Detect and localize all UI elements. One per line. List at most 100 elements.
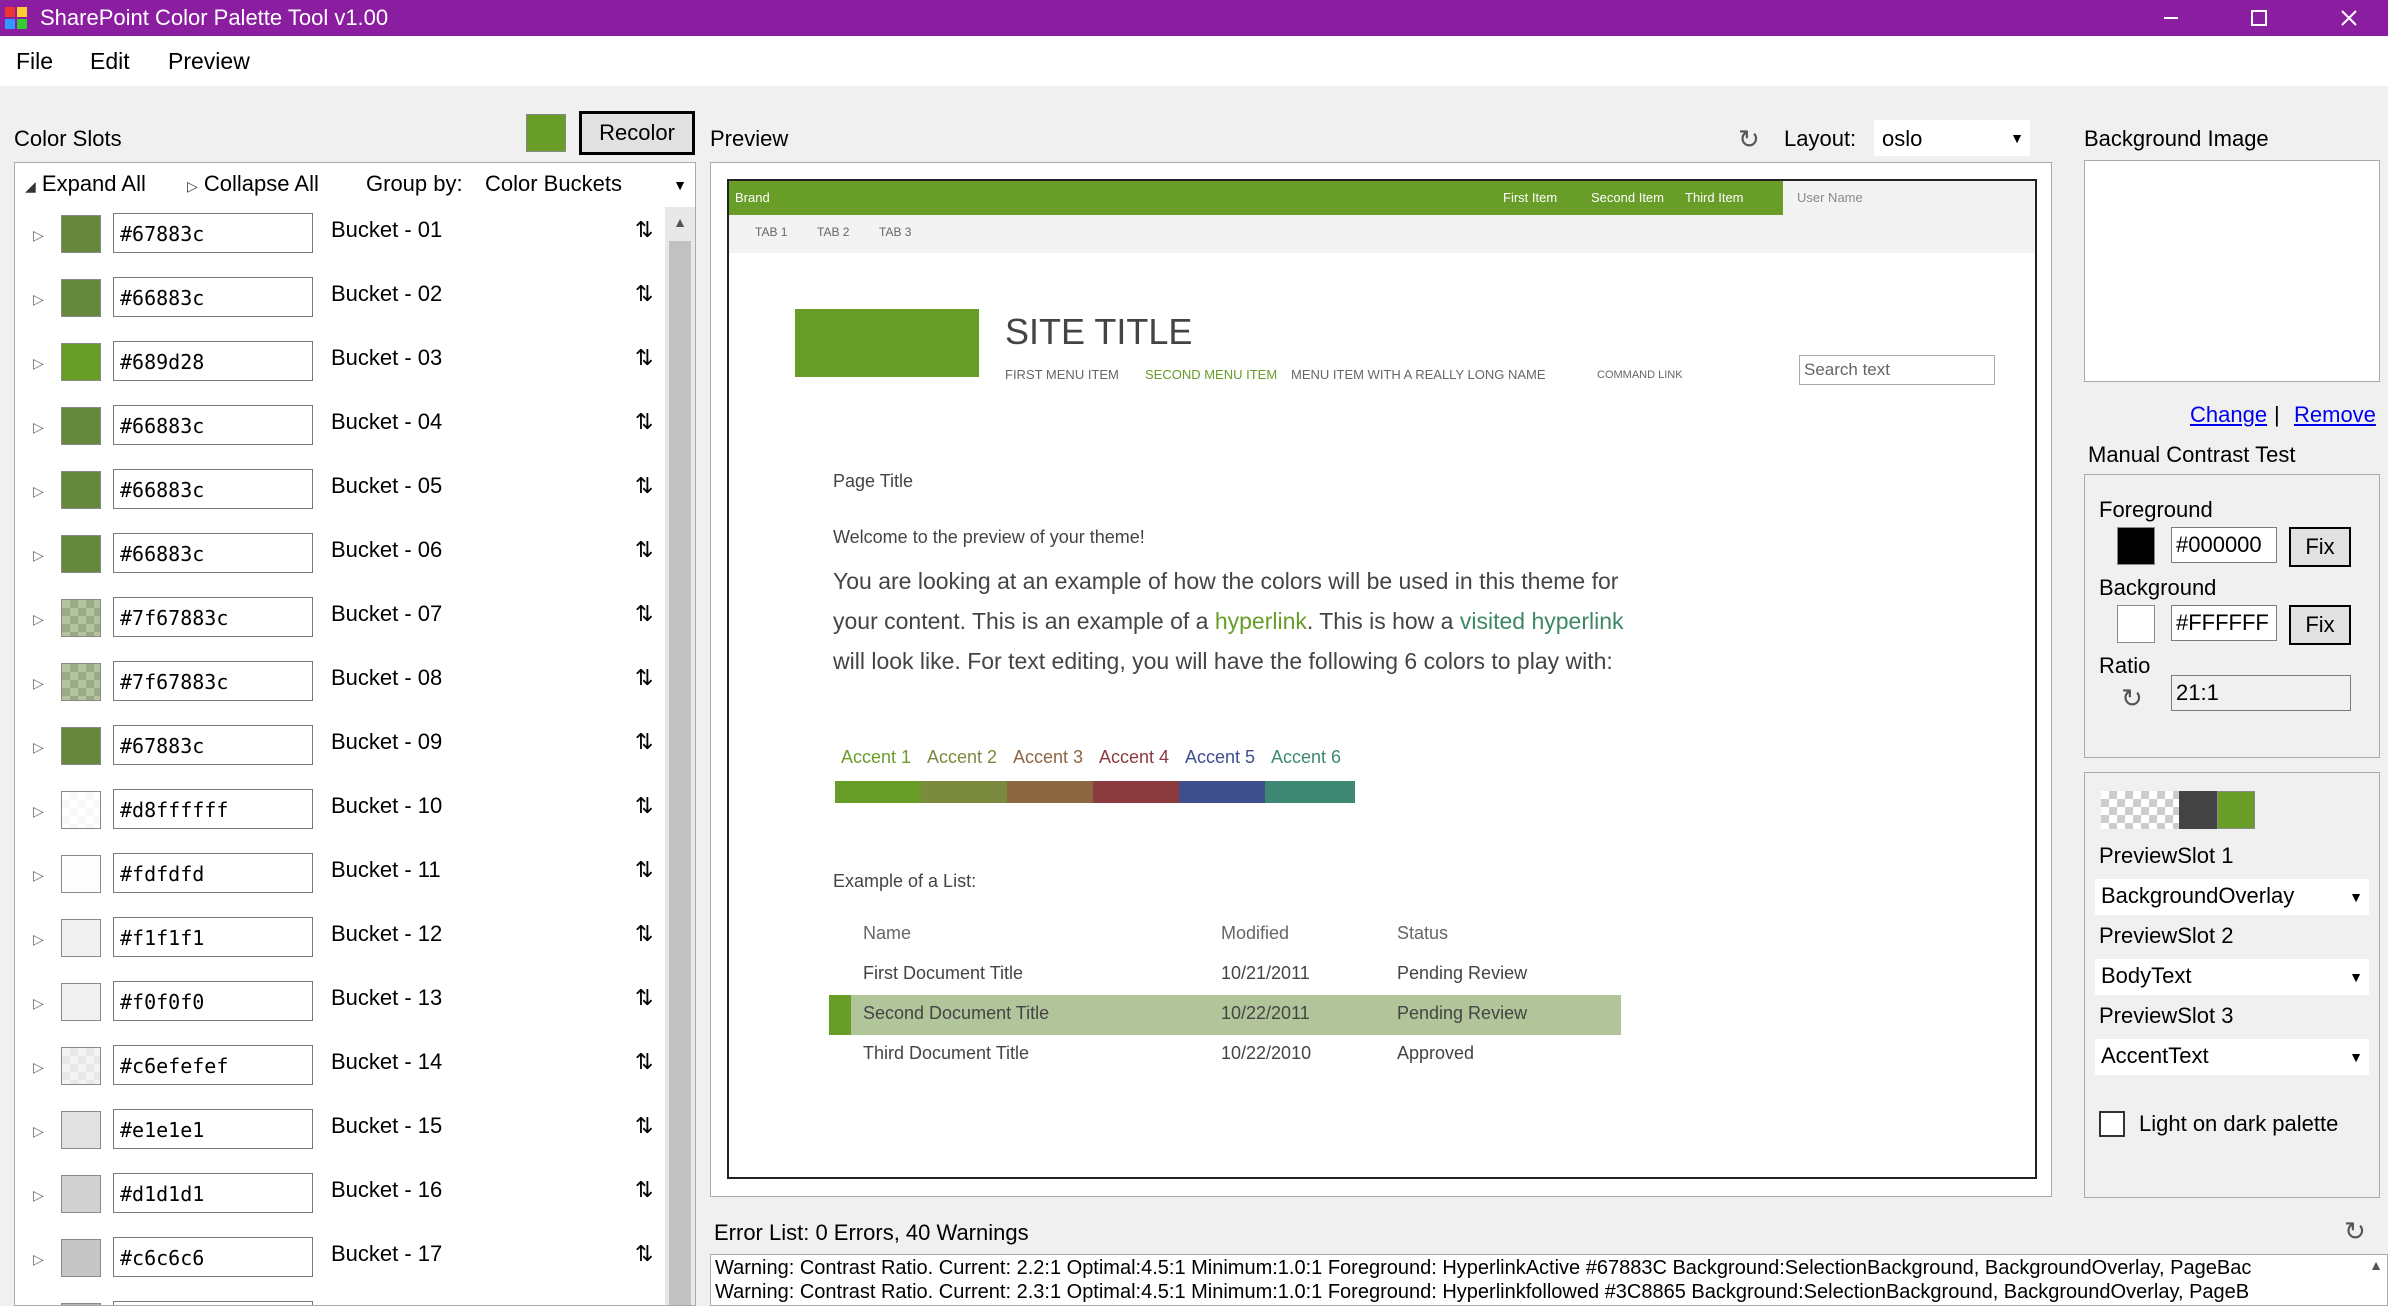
expand-triangle-icon[interactable]: ▷ (33, 867, 44, 884)
sort-arrows-icon[interactable]: ⇅ (635, 793, 653, 819)
foreground-swatch[interactable] (2117, 527, 2155, 565)
current-color-swatch[interactable] (526, 114, 566, 152)
expand-all-button[interactable]: ◢ Expand All (25, 171, 146, 197)
remove-link[interactable]: Remove (2294, 402, 2376, 428)
color-slot-row[interactable]: ▷ #66883c Bucket - 04 ⇅ (15, 399, 661, 463)
hex-input[interactable]: #67883c (113, 213, 313, 253)
expand-triangle-icon[interactable]: ▷ (33, 1123, 44, 1140)
hex-input[interactable]: #66883c (113, 405, 313, 445)
expand-triangle-icon[interactable]: ▷ (33, 1251, 44, 1268)
menu-edit[interactable]: Edit (90, 48, 130, 75)
sort-arrows-icon[interactable]: ⇅ (635, 857, 653, 883)
hex-input[interactable]: #66883c (113, 277, 313, 317)
background-image-box[interactable] (2084, 160, 2380, 382)
background-swatch[interactable] (2117, 605, 2155, 643)
sort-arrows-icon[interactable]: ⇅ (635, 1241, 653, 1267)
color-slot-row[interactable]: ▷ #67883c Bucket - 09 ⇅ (15, 719, 661, 783)
sort-arrows-icon[interactable]: ⇅ (635, 537, 653, 563)
color-swatch[interactable] (61, 407, 101, 445)
hex-input[interactable] (113, 1301, 313, 1305)
suite-item-1[interactable]: First Item (1503, 190, 1557, 205)
sort-arrows-icon[interactable]: ⇅ (635, 409, 653, 435)
nav-command-link[interactable]: COMMAND LINK (1597, 369, 1683, 381)
expand-triangle-icon[interactable]: ▷ (33, 227, 44, 244)
refresh-preview-icon[interactable]: ↻ (1738, 124, 1760, 155)
preview-slot-1-select[interactable]: BackgroundOverlay ▼ (2095, 879, 2369, 915)
color-swatch[interactable] (61, 1175, 101, 1213)
error-line-1[interactable]: Warning: Contrast Ratio. Current: 2.2:1 … (715, 1257, 2251, 1280)
expand-triangle-icon[interactable]: ▷ (33, 675, 44, 692)
color-slot-row[interactable]: ▷ #d8ffffff Bucket - 10 ⇅ (15, 783, 661, 847)
background-fix-button[interactable]: Fix (2289, 605, 2351, 645)
color-slot-row[interactable]: ▷ #f0f0f0 Bucket - 13 ⇅ (15, 975, 661, 1039)
sort-arrows-icon[interactable]: ⇅ (635, 665, 653, 691)
color-swatch[interactable] (61, 983, 101, 1021)
tab-3[interactable]: TAB 3 (879, 225, 911, 239)
refresh-ratio-icon[interactable]: ↻ (2121, 683, 2143, 714)
layout-select[interactable]: oslo ▼ (1874, 120, 2030, 156)
preview-slot-2-select[interactable]: BodyText ▼ (2095, 959, 2369, 995)
sort-arrows-icon[interactable]: ⇅ (635, 217, 653, 243)
color-swatch[interactable] (61, 1047, 101, 1085)
hex-input[interactable]: #c6c6c6 (113, 1237, 313, 1277)
hex-input[interactable]: #66883c (113, 469, 313, 509)
expand-triangle-icon[interactable]: ▷ (33, 291, 44, 308)
sort-arrows-icon[interactable]: ⇅ (635, 601, 653, 627)
color-swatch[interactable] (61, 1111, 101, 1149)
hex-input[interactable]: #e1e1e1 (113, 1109, 313, 1149)
background-input[interactable]: #FFFFFF (2171, 605, 2277, 641)
color-slot-row[interactable]: ▷ #c6efefef Bucket - 14 ⇅ (15, 1039, 661, 1103)
sort-arrows-icon[interactable]: ⇅ (635, 1049, 653, 1075)
sort-arrows-icon[interactable]: ⇅ (635, 345, 653, 371)
sort-arrows-icon[interactable]: ⇅ (635, 473, 653, 499)
sort-arrows-icon[interactable]: ⇅ (635, 1177, 653, 1203)
sort-arrows-icon[interactable]: ⇅ (635, 921, 653, 947)
color-slot-row[interactable]: ▷⇅ (15, 1295, 661, 1305)
expand-triangle-icon[interactable]: ▷ (33, 483, 44, 500)
sample-hyperlink[interactable]: hyperlink (1215, 608, 1307, 634)
color-slot-row[interactable]: ▷ #66883c Bucket - 02 ⇅ (15, 271, 661, 335)
color-swatch[interactable] (61, 791, 101, 829)
preview-search-input[interactable]: Search text (1799, 355, 1995, 385)
nav-long-menu-item[interactable]: MENU ITEM WITH A REALLY LONG NAME (1291, 367, 1546, 382)
close-button[interactable] (2304, 0, 2388, 36)
menu-preview[interactable]: Preview (168, 48, 250, 75)
change-link[interactable]: Change (2190, 402, 2267, 428)
expand-triangle-icon[interactable]: ▷ (33, 611, 44, 628)
hex-input[interactable]: #7f67883c (113, 661, 313, 701)
hex-input[interactable]: #d1d1d1 (113, 1173, 313, 1213)
expand-triangle-icon[interactable]: ▷ (33, 995, 44, 1012)
light-on-dark-checkbox[interactable] (2099, 1111, 2125, 1137)
preview-slot-3-select[interactable]: AccentText ▼ (2095, 1039, 2369, 1075)
group-by-select[interactable]: Color Buckets ▼ (485, 169, 693, 201)
sort-arrows-icon[interactable]: ⇅ (635, 729, 653, 755)
expand-triangle-icon[interactable]: ▷ (33, 739, 44, 756)
color-swatch[interactable] (61, 727, 101, 765)
color-slot-row[interactable]: ▷ #f1f1f1 Bucket - 12 ⇅ (15, 911, 661, 975)
suite-item-3[interactable]: Third Item (1685, 190, 1744, 205)
maximize-button[interactable] (2214, 0, 2304, 36)
color-swatch[interactable] (61, 535, 101, 573)
hex-input[interactable]: #f0f0f0 (113, 981, 313, 1021)
error-list[interactable]: Warning: Contrast Ratio. Current: 2.2:1 … (710, 1254, 2388, 1306)
expand-triangle-icon[interactable]: ▷ (33, 803, 44, 820)
color-slot-row[interactable]: ▷ #7f67883c Bucket - 07 ⇅ (15, 591, 661, 655)
color-slot-row[interactable]: ▷ #fdfdfd Bucket - 11 ⇅ (15, 847, 661, 911)
expand-triangle-icon[interactable]: ▷ (33, 931, 44, 948)
color-slot-row[interactable]: ▷ #d1d1d1 Bucket - 16 ⇅ (15, 1167, 661, 1231)
tree-scrollbar[interactable]: ▲ (665, 207, 695, 1305)
color-slot-row[interactable]: ▷ #66883c Bucket - 05 ⇅ (15, 463, 661, 527)
color-swatch[interactable] (61, 855, 101, 893)
user-name[interactable]: User Name (1797, 190, 1863, 205)
color-swatch[interactable] (61, 599, 101, 637)
color-swatch[interactable] (61, 1239, 101, 1277)
color-swatch[interactable] (61, 343, 101, 381)
color-swatch[interactable] (61, 663, 101, 701)
hex-input[interactable]: #fdfdfd (113, 853, 313, 893)
scroll-up-icon[interactable]: ▲ (2369, 1257, 2383, 1273)
collapse-all-button[interactable]: ▷ Collapse All (187, 171, 319, 197)
foreground-input[interactable]: #000000 (2171, 527, 2277, 563)
color-swatch[interactable] (61, 279, 101, 317)
color-slot-row[interactable]: ▷ #7f67883c Bucket - 08 ⇅ (15, 655, 661, 719)
color-swatch[interactable] (61, 471, 101, 509)
